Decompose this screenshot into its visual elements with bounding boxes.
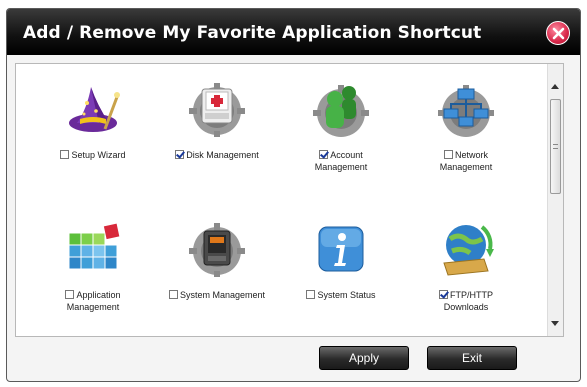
system-status-icon	[311, 219, 371, 279]
setup-wizard-label: Setup Wizard	[71, 150, 126, 160]
shortcut-label-row: Network Management	[401, 149, 531, 173]
setup-wizard-checkbox[interactable]	[60, 150, 70, 159]
close-icon	[552, 27, 565, 40]
shortcut-label-row: Application Management	[28, 289, 158, 313]
ftp-http-downloads-label: FTP/HTTP	[450, 290, 493, 300]
ftp-http-downloads-label-line2: Downloads	[443, 302, 489, 312]
disk-management-checkbox[interactable]	[175, 150, 185, 159]
system-management-checkbox[interactable]	[168, 290, 178, 299]
scroll-thumb[interactable]	[550, 99, 561, 194]
disk-management-label: Disk Management	[186, 150, 259, 160]
application-management-label: Application	[76, 290, 121, 300]
shortcut-label-row: Setup Wizard	[28, 149, 158, 161]
scroll-down-arrow-icon[interactable]	[551, 321, 559, 326]
application-management-label-line2: Management	[66, 302, 120, 312]
ftp-http-downloads-checkbox[interactable]	[439, 290, 448, 299]
system-management-label: System Management	[179, 290, 266, 300]
shortcut-label-row: Disk Management	[152, 149, 282, 161]
network-management-icon	[436, 79, 496, 139]
ftp-http-downloads-icon	[436, 219, 496, 279]
shortcut-label-row: System Management	[152, 289, 282, 301]
scroll-up-arrow-icon[interactable]	[551, 84, 559, 89]
dialog-title: Add / Remove My Favorite Application Sho…	[23, 23, 482, 43]
favorite-shortcut-dialog: Add / Remove My Favorite Application Sho…	[6, 8, 581, 382]
vertical-scrollbar[interactable]	[547, 64, 563, 336]
shortcut-label-row: Account Management	[276, 149, 406, 173]
dialog-titlebar: Add / Remove My Favorite Application Sho…	[7, 9, 580, 55]
application-management-checkbox[interactable]	[65, 290, 75, 299]
apply-button[interactable]: Apply	[319, 346, 409, 370]
network-management-label: Network	[454, 150, 488, 160]
account-management-icon	[311, 79, 371, 139]
account-management-checkbox[interactable]	[319, 150, 329, 159]
system-status-label: System Status	[317, 290, 376, 300]
shortcut-list-panel: Setup Wizard Disk Management Account Man…	[15, 63, 564, 337]
network-management-checkbox[interactable]	[443, 150, 453, 159]
close-button[interactable]	[546, 21, 570, 45]
shortcut-label-row: FTP/HTTP Downloads	[401, 289, 531, 313]
shortcut-label-row: System Status	[276, 289, 406, 301]
wizard-hat-icon	[63, 79, 123, 139]
exit-button[interactable]: Exit	[427, 346, 517, 370]
disk-management-icon	[187, 79, 247, 139]
system-status-checkbox[interactable]	[306, 290, 316, 299]
account-management-label-line2: Management	[314, 162, 368, 172]
scroll-grip-icon	[553, 144, 558, 149]
account-management-label: Account	[330, 150, 363, 160]
application-management-icon	[63, 219, 123, 279]
network-management-label-line2: Management	[439, 162, 493, 172]
system-management-icon	[187, 219, 247, 279]
